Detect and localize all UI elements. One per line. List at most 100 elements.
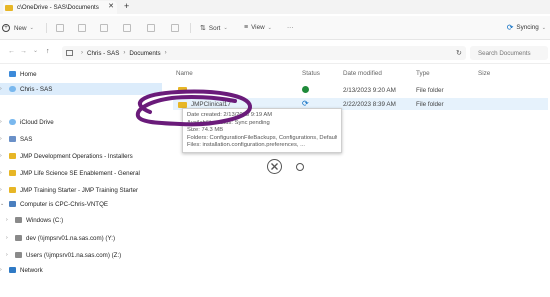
status-circle-icon [296,163,304,171]
column-header-size[interactable]: Size [478,70,490,77]
folder-icon [178,87,187,93]
chevron-right-icon[interactable]: › [0,119,8,125]
delete-icon[interactable] [171,24,179,32]
sidebar-item-sas[interactable]: › SAS [0,133,162,145]
breadcrumb-item[interactable]: Documents [129,50,160,57]
recent-locations-button[interactable]: ⌄ [33,47,38,54]
chevron-right-icon[interactable]: › [6,252,14,258]
sidebar-item-windows-c[interactable]: › Windows (C:) [0,214,162,226]
title-bar: c\OneDrive - SAS\Documents ✕ + [0,0,550,14]
command-bar: + New ⌄ ⇅ Sort ⌄ ≡ View ⌄ ··· ⟳ Syncing … [0,16,550,40]
cancel-circle-icon[interactable] [267,159,282,174]
synced-icon [302,86,309,93]
address-bar: ← → ⌄ ↑ › Chris - SAS › Documents › ↻ Se… [0,42,550,64]
cut-icon[interactable] [56,24,64,32]
sidebar-item-label: JMP Life Science SE Enablement - General [20,169,140,177]
file-date: 2/22/2023 8:39 AM [343,101,396,108]
sync-status[interactable]: ⟳ Syncing ⌄ [507,23,546,32]
sidebar-item-jmp-life-science[interactable]: › JMP Life Science SE Enablement - Gener… [0,167,162,179]
refresh-button[interactable]: ↻ [456,49,462,57]
column-header-type[interactable]: Type [416,70,430,77]
sidebar-item-jmp-training-starter[interactable]: › JMP Training Starter - JMP Training St… [0,184,162,196]
sync-icon: ⟳ [506,23,514,32]
up-button[interactable]: ↑ [46,48,50,55]
new-tab-button[interactable]: + [124,1,129,11]
file-name: JMPClinical17 [191,101,231,108]
more-icon: ··· [287,24,294,31]
paste-icon[interactable] [100,24,108,32]
file-type: File folder [416,87,444,94]
copy-icon[interactable] [78,24,86,32]
sidebar-item-users-z[interactable]: › Users (\\jmpsrv01.na.sas.com) (Z:) [0,249,162,261]
sidebar-item-dev-y[interactable]: › dev (\\jmpsrv01.na.sas.com) (Y:) [0,232,162,244]
sidebar-item-label: JMP Development Operations - Installers [20,152,133,160]
tooltip-line: Size: 74.3 MB [187,127,224,134]
folder-info-tooltip: Date created: 2/13/2023 9:19 AM Availabi… [182,108,342,153]
chevron-down-icon: ⌄ [223,25,228,31]
share-icon[interactable] [147,24,155,32]
chevron-down-icon: ⌄ [541,24,546,31]
sidebar-item-network[interactable]: › Network [0,264,162,276]
rename-icon[interactable] [123,24,131,32]
file-row[interactable]: 2/13/2023 9:20 AM File folder [173,84,548,96]
chevron-right-icon[interactable]: › [0,267,8,273]
tooltip-line: Date created: 2/13/2023 9:19 AM [187,112,273,118]
more-options-button[interactable]: ··· [287,24,293,31]
cloud-icon [9,119,16,125]
tab-documents[interactable]: c\OneDrive - SAS\Documents ✕ [3,1,117,14]
sidebar-item-label: Computer is CPC-Chris-VNTQE [20,200,109,208]
sidebar-item-label: Users (\\jmpsrv01.na.sas.com) (Z:) [26,251,122,259]
sidebar-item-label: Windows (C:) [26,216,64,224]
chevron-right-icon[interactable]: › [6,235,14,241]
column-header-date-modified[interactable]: Date modified [343,70,382,77]
chevron-right-icon[interactable]: › [0,170,8,176]
network-drive-icon [15,252,22,258]
chevron-right-icon[interactable]: › [0,187,8,193]
file-list: Name Status Date modified Type Size 2/13… [163,64,550,297]
chevron-down-icon[interactable]: ⌄ [0,201,8,207]
folder-icon [9,187,16,193]
chevron-right-icon[interactable]: › [0,153,8,159]
folder-icon [5,4,13,11]
sas-icon [9,136,16,142]
navigation-pane: Home › Chris - SAS › iCloud Drive › SAS … [0,64,162,297]
chevron-right-icon[interactable]: › [6,217,14,223]
sidebar-item-label: SAS [20,135,33,143]
sidebar-item-computer[interactable]: ⌄ Computer is CPC-Chris-VNTQE [0,198,162,210]
chevron-right-icon: › [164,50,167,56]
home-icon [9,71,16,77]
sidebar-item-chris-sas[interactable]: › Chris - SAS [0,83,162,95]
search-placeholder: Search Documents [478,49,531,57]
file-type: File folder [416,101,444,108]
breadcrumb[interactable]: › Chris - SAS › Documents › [62,46,466,60]
view-label: View [251,24,265,31]
divider [46,23,47,33]
view-icon: ≡ [244,24,249,31]
file-date: 2/13/2023 9:20 AM [343,87,396,94]
chevron-down-icon: ⌄ [29,25,34,31]
close-tab-icon[interactable]: ✕ [108,2,114,10]
chevron-right-icon[interactable]: › [0,136,8,142]
chevron-right-icon[interactable]: › [0,86,8,92]
sidebar-item-home[interactable]: Home [0,68,162,80]
column-header-name[interactable]: Name [176,70,193,77]
sort-label: Sort [208,24,221,32]
back-button[interactable]: ← [8,48,15,55]
drive-icon [15,217,22,223]
sync-pending-icon: ⟳ [302,99,309,108]
syncing-label: Syncing [516,24,539,31]
forward-button[interactable]: → [20,48,27,55]
divider [190,23,191,33]
breadcrumb-item[interactable]: Chris - SAS [87,50,119,57]
sidebar-item-icloud-drive[interactable]: › iCloud Drive [0,116,162,128]
folder-icon [9,153,16,159]
column-header-status[interactable]: Status [302,70,320,77]
view-button[interactable]: ≡ View ⌄ [244,24,272,31]
sidebar-item-jmp-dev-ops[interactable]: › JMP Development Operations - Installer… [0,150,162,162]
chevron-right-icon: › [81,50,83,56]
sort-button[interactable]: ⇅ Sort ⌄ [200,24,228,33]
new-button[interactable]: + New ⌄ [2,24,34,32]
chevron-right-icon: › [123,50,126,56]
tooltip-line: Folders: ConfigurationFileBackups, Confi… [187,134,337,141]
search-input[interactable]: Search Documents [470,46,548,60]
